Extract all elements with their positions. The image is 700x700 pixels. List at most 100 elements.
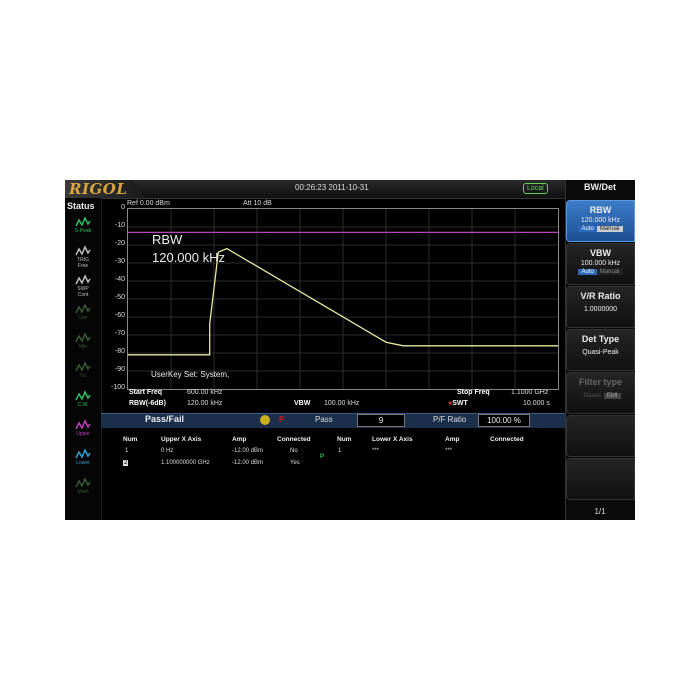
rbw-auto-option[interactable]: Auto [578, 226, 597, 232]
pass-count: 9 [357, 414, 405, 427]
local-status-badge: Local [523, 183, 548, 194]
vbw-value: 100.00 kHz [324, 400, 360, 407]
y-tick-label: -60 [114, 312, 125, 319]
vbw-mode-toggle[interactable]: Auto Manual [567, 269, 634, 275]
y-tick-label: -100 [110, 384, 125, 391]
filter-type-softkey[interactable]: Filter type Gauss EMI [566, 372, 635, 414]
trigger-free-icon: TRIG Free [69, 245, 97, 273]
lower-row-x[interactable]: *** [372, 448, 379, 454]
rbw-softkey[interactable]: RBW 120.000 kHz Auto Manual [566, 200, 635, 242]
status-item-label: Math [77, 489, 89, 495]
upper-connected-header: Connected [277, 436, 311, 443]
rbw-label: RBW(-6dB) [129, 400, 166, 407]
lower-x-header: Lower X Axis [372, 436, 413, 443]
y-tick-label: -30 [114, 258, 125, 265]
y-tick-label: 0 [121, 204, 125, 211]
filter-emi-option[interactable]: EMI [603, 393, 621, 399]
empty-softkey-6[interactable] [566, 415, 635, 457]
attenuation-label: Att 10 dB [243, 200, 272, 207]
upper-limit-icon: Upper [69, 419, 97, 447]
signal-peak-icon: S-Peak [69, 216, 97, 244]
filter-gauss-option[interactable]: Gauss [580, 393, 604, 399]
det-type-value: Quasi-Peak [582, 349, 619, 356]
upper-row-x[interactable]: 0 Hz [161, 448, 173, 454]
pass-label: Pass [315, 415, 333, 424]
upper-row-num-selected[interactable]: 2 [123, 460, 129, 466]
lower-row-amp[interactable]: *** [445, 448, 452, 454]
upper-row-connected[interactable]: Yes [290, 460, 300, 466]
vbw-label: VBW [294, 400, 311, 407]
rigol-logo: RIGOL [69, 180, 128, 198]
correction-icon: Corr [69, 303, 97, 331]
det-type-softkey[interactable]: Det Type Quasi-Peak [566, 329, 635, 371]
status-item-label: Trc [79, 373, 87, 379]
vr-ratio-softkey[interactable]: V/R Ratio 1.0000000 [566, 286, 635, 328]
status-item-label: Mkr [78, 344, 88, 350]
play-icon[interactable] [260, 415, 270, 425]
filter-type-title: Filter type [578, 377, 622, 387]
y-tick-label: -70 [114, 330, 125, 337]
y-tick-label: -20 [114, 240, 125, 247]
upper-row-connected[interactable]: No [290, 448, 298, 454]
vbw-softkey-title: VBW [590, 248, 611, 258]
datetime-display: 00:26:23 2011-10-31 [295, 183, 369, 192]
swt-label: ●SWT [448, 400, 468, 407]
empty-softkey-7[interactable] [566, 458, 635, 500]
upper-row-x[interactable]: 1.100000000 GHz [161, 460, 210, 466]
lower-num-header: Num [337, 436, 352, 443]
menu-title: BW/Det [584, 182, 616, 192]
ref-level-label: Ref 0.00 dBm [127, 200, 170, 207]
trace-icon: Trc [69, 361, 97, 389]
spectrum-plot[interactable] [127, 208, 559, 390]
lower-limit-icon: Lower [69, 448, 97, 476]
vbw-softkey[interactable]: VBW 100.000 kHz Auto Manual [566, 243, 635, 285]
upper-row-amp[interactable]: -12.00 dBm [232, 460, 263, 466]
status-item-label: Lower [76, 460, 90, 466]
det-type-title: Det Type [581, 334, 620, 344]
status-item-label: S-Peak [74, 228, 92, 234]
y-tick-label: -90 [114, 366, 125, 373]
menu-page-indicator: 1/1 [594, 507, 606, 516]
y-tick-label: -40 [114, 276, 125, 283]
status-item-label: C.W. [77, 402, 89, 408]
user-key-label: UserKey Set: System, [151, 370, 230, 379]
status-item-label: Corr [78, 315, 88, 321]
lower-connected-header: Connected [490, 436, 524, 443]
stop-freq-value: 1.1000 GHz [511, 389, 549, 396]
filter-type-toggle[interactable]: Gauss EMI [567, 393, 634, 399]
y-tick-label: -50 [114, 294, 125, 301]
rbw-value: 120.00 kHz [187, 400, 223, 407]
upper-num-header: Num [123, 436, 138, 443]
plot-grid [128, 209, 558, 389]
upper-x-header: Upper X Axis [161, 436, 202, 443]
stop-freq-label: Stop Freq [457, 389, 490, 396]
math-icon: Math [69, 477, 97, 505]
pf-ratio-value: 100.00 % [478, 414, 530, 427]
analyzer-screen: RIGOL 00:26:23 2011-10-31 Local Status S… [65, 180, 635, 520]
pf-ratio-label: P/F Ratio [433, 415, 467, 424]
y-tick-label: -10 [114, 222, 125, 229]
start-freq-label: Start Freq [129, 389, 163, 396]
status-title: Status [67, 201, 95, 211]
status-item-label: TRIG Free [77, 257, 89, 269]
status-item-label: Upper [76, 431, 90, 437]
cw-icon: C.W. [69, 390, 97, 418]
rbw-overlay-value: 120.000 kHz [152, 250, 225, 265]
upper-row-amp[interactable]: -12.00 dBm [232, 448, 263, 454]
swt-value: 10.000 s [523, 400, 550, 407]
vr-ratio-title: V/R Ratio [580, 291, 621, 301]
vbw-auto-option[interactable]: Auto [578, 269, 597, 275]
status-item-label: SWP Cont [77, 286, 89, 298]
lower-row-num: 1 [338, 448, 342, 454]
rbw-softkey-title: RBW [589, 205, 612, 215]
rbw-manual-option[interactable]: Manual [596, 226, 623, 232]
rbw-mode-toggle[interactable]: Auto Manual [567, 226, 634, 232]
y-tick-label: -80 [114, 348, 125, 355]
vr-ratio-value: 1.0000000 [583, 306, 618, 313]
upper-row-num: 1 [125, 448, 129, 454]
marker-icon: Mkr [69, 332, 97, 360]
vbw-softkey-value: 100.000 kHz [580, 260, 621, 267]
table-pass-mark: P [320, 454, 325, 460]
start-freq-value: 600.00 kHz [187, 389, 223, 396]
vbw-manual-option[interactable]: Manual [596, 269, 623, 275]
